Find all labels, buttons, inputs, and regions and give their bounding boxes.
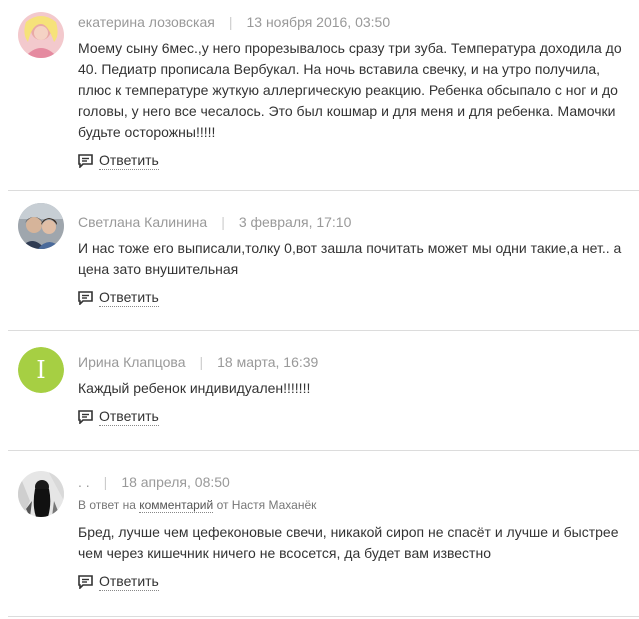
comment-meta: . . | 18 апреля, 08:50 bbox=[78, 473, 625, 491]
comment-item: Светлана Калинина | 3 февраля, 17:10 И нас… bbox=[8, 191, 639, 331]
comment-icon bbox=[78, 574, 93, 589]
user-photo-icon bbox=[18, 203, 64, 249]
comment-date: 18 марта, 16:39 bbox=[217, 354, 319, 370]
avatar[interactable]: I bbox=[18, 347, 64, 393]
avatar[interactable] bbox=[18, 203, 64, 249]
comment-date: 3 февраля, 17:10 bbox=[238, 214, 352, 230]
reply-button[interactable]: Ответить bbox=[78, 151, 159, 170]
meta-separator: | bbox=[221, 214, 225, 230]
comment-item: I Ирина Клапцова | 18 марта, 16:39 Каждый … bbox=[8, 331, 639, 451]
author-name[interactable]: екатерина лозовская bbox=[78, 14, 215, 30]
comment-meta: екатерина лозовская | 13 ноября 2016, 03:5… bbox=[78, 13, 625, 31]
avatar-letter: I bbox=[18, 347, 64, 393]
author-name[interactable]: . . bbox=[78, 474, 90, 490]
comment-item: екатерина лозовская | 13 ноября 2016, 03:5… bbox=[8, 0, 639, 191]
reply-label: Ответить bbox=[99, 573, 159, 591]
reply-button[interactable]: Ответить bbox=[78, 288, 159, 307]
comment-icon bbox=[78, 290, 93, 305]
meta-separator: | bbox=[228, 14, 233, 30]
avatar[interactable] bbox=[18, 471, 64, 517]
reply-button[interactable]: Ответить bbox=[78, 572, 159, 591]
author-name[interactable]: Ирина Клапцова bbox=[78, 354, 185, 370]
user-photo-icon bbox=[18, 12, 64, 58]
comment-text: Моему сыну 6мес.,у него прорезывалось ср… bbox=[78, 40, 622, 140]
meta-separator: | bbox=[199, 354, 204, 370]
comment-item: . . | 18 апреля, 08:50 В ответ на коммента… bbox=[8, 451, 639, 617]
comment-text: Каждый ребенок индивидуален!!!!!!! bbox=[78, 380, 311, 396]
comment-text: И нас тоже его выписали,толку 0,вот зашл… bbox=[78, 240, 622, 277]
reply-to-prefix: В ответ на bbox=[78, 498, 136, 512]
reply-to-info: В ответ на комментарий от Настя Маханёк bbox=[78, 497, 625, 513]
meta-separator: | bbox=[103, 474, 108, 490]
comment-text: Бред, лучше чем цефеконовые свечи, никак… bbox=[78, 524, 619, 561]
reply-to-link[interactable]: комментарий bbox=[139, 498, 214, 513]
comment-icon bbox=[78, 409, 93, 424]
comment-icon bbox=[78, 153, 93, 168]
author-name[interactable]: Светлана Калинина bbox=[78, 214, 207, 230]
comment-date: 18 апреля, 08:50 bbox=[121, 474, 230, 490]
reply-to-author: от Настя Маханёк bbox=[216, 498, 317, 512]
reply-label: Ответить bbox=[99, 289, 159, 307]
comment-meta: Ирина Клапцова | 18 марта, 16:39 bbox=[78, 353, 625, 371]
avatar[interactable] bbox=[18, 12, 64, 58]
reply-label: Ответить bbox=[99, 152, 159, 170]
comment-date: 13 ноября 2016, 03:50 bbox=[246, 14, 391, 30]
reply-label: Ответить bbox=[99, 408, 159, 426]
user-photo-icon bbox=[18, 471, 64, 517]
reply-button[interactable]: Ответить bbox=[78, 407, 159, 426]
comment-meta: Светлана Калинина | 3 февраля, 17:10 bbox=[78, 213, 625, 231]
